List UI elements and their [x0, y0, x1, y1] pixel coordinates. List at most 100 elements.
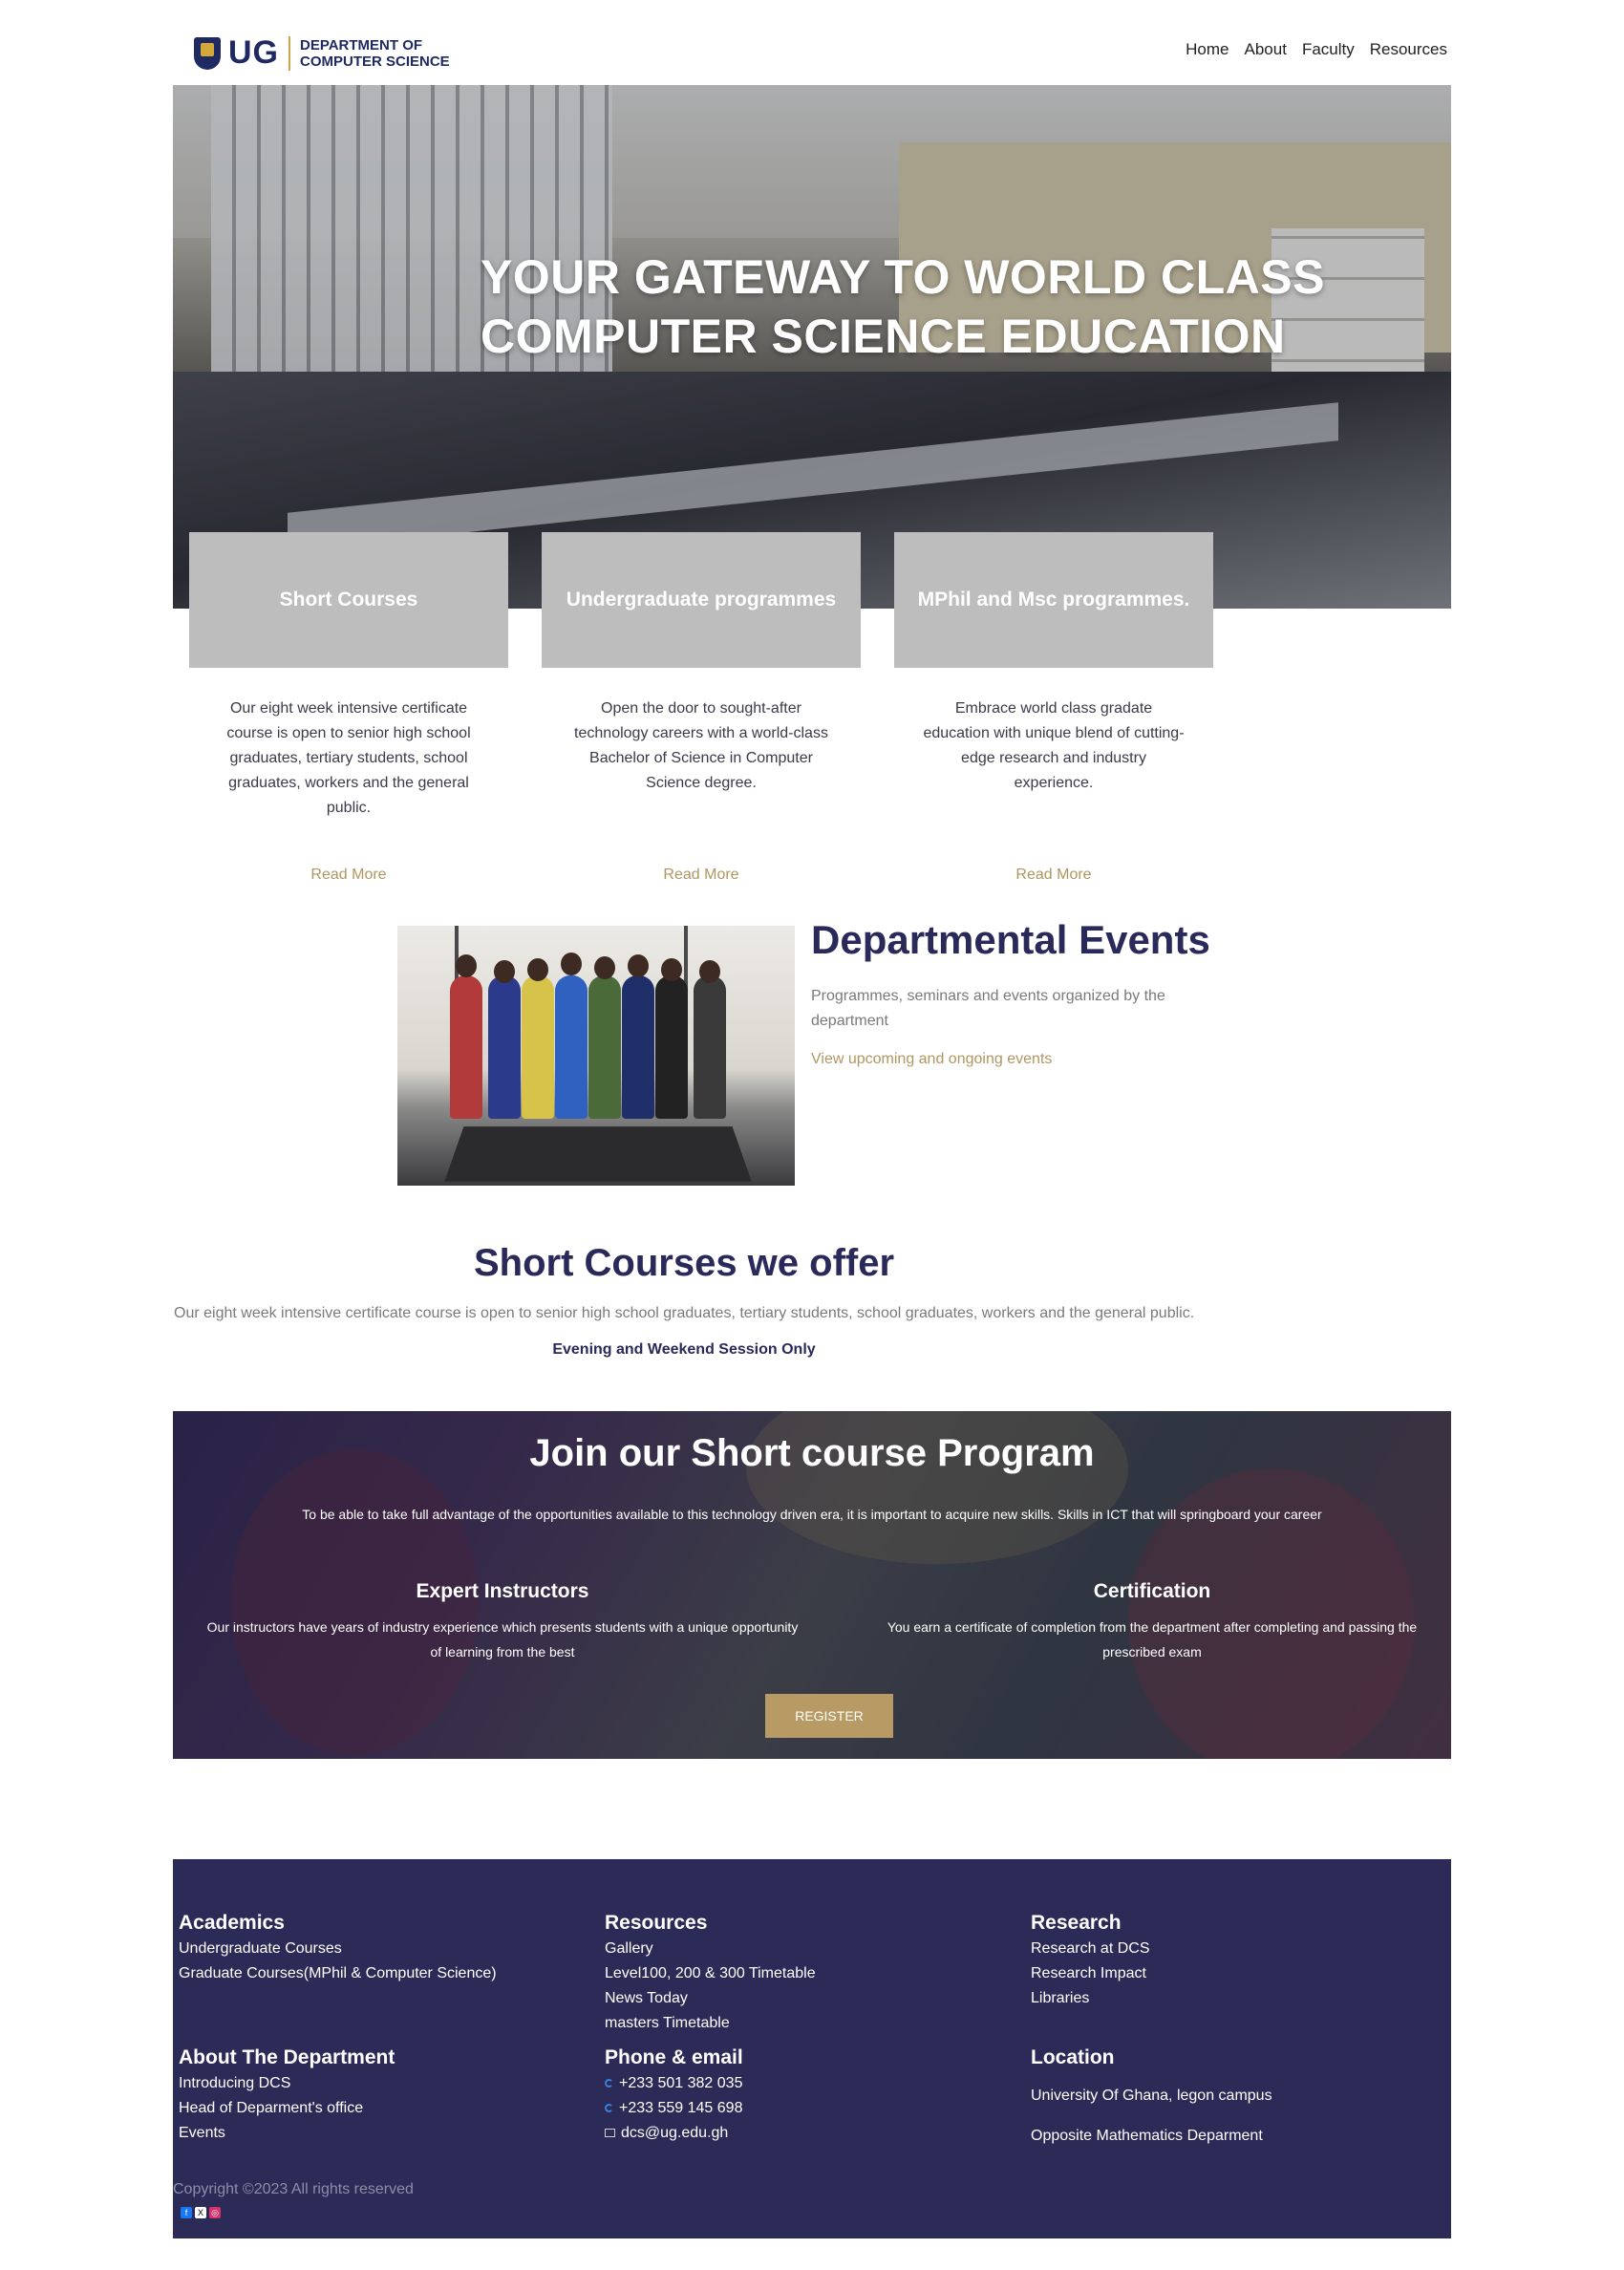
nav-home[interactable]: Home	[1186, 40, 1229, 59]
phone-icon	[605, 2079, 613, 2088]
ug-crest-icon	[194, 36, 221, 70]
site-footer: Academics Undergraduate Courses Graduate…	[173, 1859, 1451, 2238]
footer-heading: Research	[1031, 1912, 1122, 1934]
photo-head	[561, 953, 582, 975]
main-nav: Home About Faculty Resources	[1186, 40, 1447, 59]
copyright-text: Copyright ©2023 All rights reserved	[173, 2181, 414, 2197]
register-button[interactable]: REGISTER	[765, 1694, 893, 1738]
logo-divider	[288, 35, 290, 71]
footer-link[interactable]: Head of Deparment's office	[179, 2096, 395, 2121]
footer-link[interactable]: Research at DCS	[1031, 1937, 1150, 1961]
footer-contact: Phone & email +233 501 382 035 +233 559 …	[605, 2046, 743, 2146]
photo-person	[555, 975, 588, 1119]
photo-person	[450, 975, 482, 1119]
read-more-link[interactable]: Read More	[542, 867, 861, 884]
hero-title-line-2: COMPUTER SCIENCE EDUCATION	[481, 310, 1286, 363]
footer-heading: Phone & email	[605, 2046, 743, 2068]
photo-person	[588, 975, 621, 1119]
logo-abbrev: UG	[228, 34, 279, 71]
footer-phone-1[interactable]: +233 501 382 035	[605, 2071, 743, 2096]
footer-location: Location University Of Ghana, legon camp…	[1031, 2046, 1272, 2150]
footer-link[interactable]: News Today	[605, 1986, 816, 2011]
feature-title: Certification	[1093, 1580, 1211, 1602]
footer-link[interactable]: Libraries	[1031, 1986, 1150, 2011]
x-icon[interactable]: X	[195, 2207, 206, 2218]
logo-text: DEPARTMENT OF COMPUTER SCIENCE	[300, 37, 450, 70]
nav-about[interactable]: About	[1245, 40, 1287, 59]
feature-certification: Certification You earn a certificate of …	[856, 1580, 1448, 1664]
short-courses-session: Evening and Weekend Session Only	[552, 1341, 816, 1358]
phone-number: +233 501 382 035	[619, 2075, 743, 2091]
footer-heading: About The Department	[179, 2046, 395, 2068]
photo-person	[522, 975, 554, 1119]
read-more-link[interactable]: Read More	[894, 867, 1213, 884]
join-title: Join our Short course Program	[529, 1432, 1095, 1474]
site-header: UG DEPARTMENT OF COMPUTER SCIENCE Home A…	[173, 0, 1451, 85]
hero-title-line-1: YOUR GATEWAY TO WORLD CLASS	[481, 250, 1325, 304]
events-description: Programmes, seminars and events organize…	[811, 988, 1165, 1029]
instagram-icon[interactable]: ◎	[209, 2207, 221, 2218]
program-card-short-courses: Short Courses Our eight week intensive c…	[189, 532, 508, 884]
feature-text: Our instructors have years of industry e…	[206, 1619, 799, 1660]
photo-person	[655, 975, 688, 1119]
nav-faculty[interactable]: Faculty	[1302, 40, 1355, 59]
logo-line-2: COMPUTER SCIENCE	[300, 53, 450, 70]
photo-head	[699, 960, 720, 983]
program-card-title[interactable]: Undergraduate programmes	[542, 532, 861, 668]
program-card-graduate: MPhil and Msc programmes. Embrace world …	[894, 532, 1213, 884]
footer-resources: Resources Gallery Level100, 200 & 300 Ti…	[605, 1912, 816, 2036]
footer-email[interactable]: dcs@ug.edu.gh	[605, 2121, 743, 2146]
feature-text: You earn a certificate of completion fro…	[887, 1619, 1418, 1660]
email-address: dcs@ug.edu.gh	[621, 2125, 729, 2141]
footer-link[interactable]: Introducing DCS	[179, 2071, 395, 2096]
program-cards: Short Courses Our eight week intensive c…	[189, 532, 1213, 884]
short-courses-description: Our eight week intensive certificate cou…	[174, 1305, 1195, 1321]
photo-table	[444, 1126, 752, 1182]
nav-resources[interactable]: Resources	[1370, 40, 1447, 59]
footer-link[interactable]: Events	[179, 2121, 395, 2146]
photo-head	[456, 954, 477, 977]
footer-link[interactable]: Level100, 200 & 300 Timetable	[605, 1961, 816, 1986]
footer-link[interactable]: Gallery	[605, 1937, 816, 1961]
feature-expert-instructors: Expert Instructors Our instructors have …	[202, 1580, 803, 1664]
program-card-description: Our eight week intensive certificate cou…	[226, 700, 471, 816]
phone-number: +233 559 145 698	[619, 2100, 743, 2116]
footer-about: About The Department Introducing DCS Hea…	[179, 2046, 395, 2146]
footer-link[interactable]: masters Timetable	[605, 2011, 816, 2036]
program-card-title[interactable]: MPhil and Msc programmes.	[894, 532, 1213, 668]
feature-title: Expert Instructors	[416, 1580, 589, 1602]
footer-heading: Location	[1031, 2046, 1115, 2068]
short-courses-title: Short Courses we offer	[473, 1242, 895, 1284]
facebook-icon[interactable]: f	[181, 2207, 192, 2218]
photo-head	[661, 958, 682, 981]
photo-head	[628, 954, 649, 977]
program-card-description: Open the door to sought-after technology…	[574, 700, 828, 791]
program-card-title[interactable]: Short Courses	[189, 532, 508, 668]
hero-banner: YOUR GATEWAY TO WORLD CLASS COMPUTER SCI…	[173, 85, 1451, 609]
ug-logo[interactable]: UG DEPARTMENT OF COMPUTER SCIENCE	[194, 34, 450, 72]
join-subtitle: To be able to take full advantage of the…	[302, 1507, 1322, 1522]
program-card-undergraduate: Undergraduate programmes Open the door t…	[542, 532, 861, 884]
social-links: f X ◎	[181, 2207, 221, 2218]
phone-icon	[605, 2104, 613, 2113]
photo-person	[694, 975, 726, 1119]
mail-icon	[605, 2129, 615, 2138]
hero-title: YOUR GATEWAY TO WORLD CLASS COMPUTER SCI…	[173, 247, 1451, 366]
logo-line-1: DEPARTMENT OF	[300, 36, 423, 54]
photo-head	[594, 956, 615, 979]
footer-academics: Academics Undergraduate Courses Graduate…	[179, 1912, 497, 1986]
location-line-1: University Of Ghana, legon campus	[1031, 2088, 1272, 2104]
program-card-description: Embrace world class gradate education wi…	[923, 700, 1185, 791]
events-title: Departmental Events	[811, 917, 1210, 962]
photo-person	[622, 975, 654, 1119]
read-more-link[interactable]: Read More	[189, 867, 508, 884]
events-photo	[397, 926, 795, 1186]
footer-heading: Academics	[179, 1912, 285, 1934]
location-line-2: Opposite Mathematics Deparment	[1031, 2128, 1263, 2144]
footer-link[interactable]: Graduate Courses(MPhil & Computer Scienc…	[179, 1961, 497, 1986]
footer-link[interactable]: Undergraduate Courses	[179, 1937, 497, 1961]
view-events-link[interactable]: View upcoming and ongoing events	[811, 1051, 1052, 1068]
footer-phone-2[interactable]: +233 559 145 698	[605, 2096, 743, 2121]
footer-heading: Resources	[605, 1912, 708, 1934]
footer-link[interactable]: Research Impact	[1031, 1961, 1150, 1986]
